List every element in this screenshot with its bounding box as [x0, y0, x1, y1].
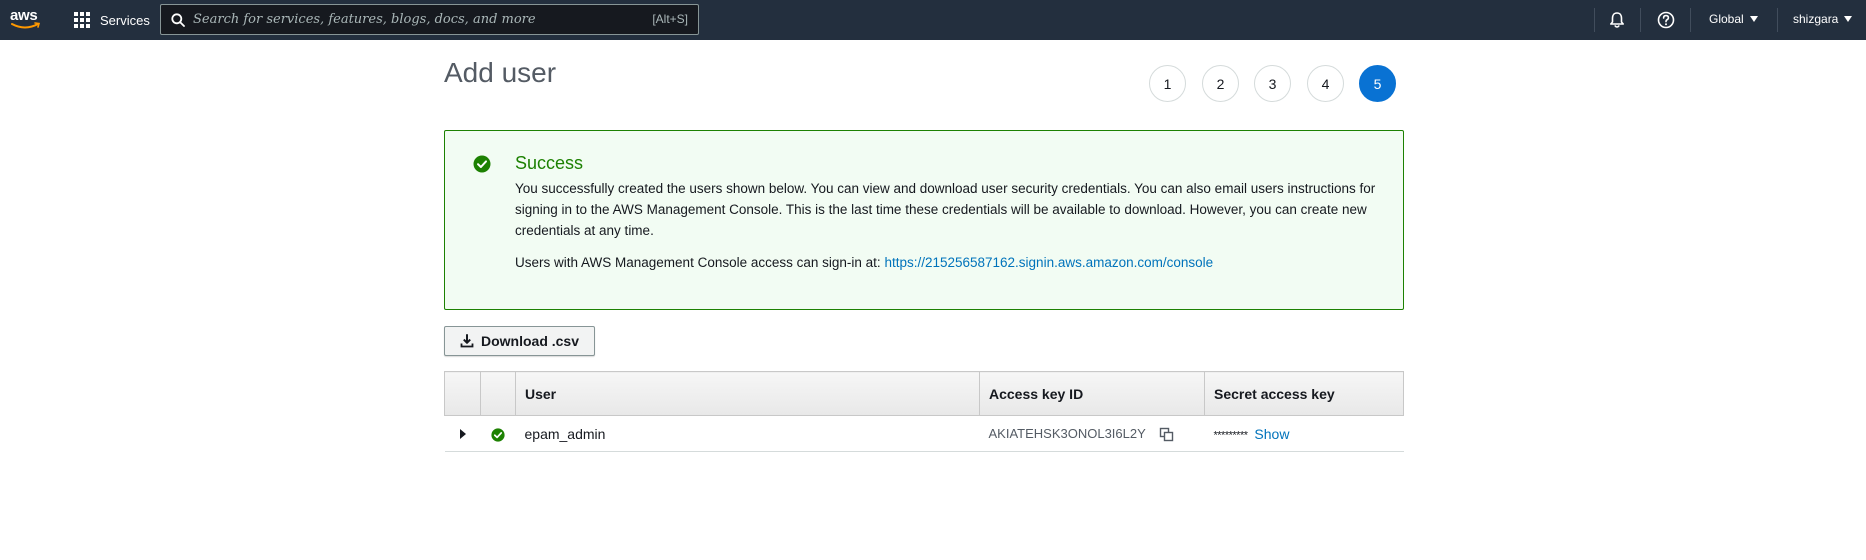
search-input[interactable]: [193, 12, 633, 27]
nav-divider: [1777, 8, 1778, 32]
step-5[interactable]: 5: [1359, 65, 1396, 102]
services-menu-button[interactable]: Services: [74, 10, 150, 30]
region-selector[interactable]: Global: [1709, 12, 1758, 26]
signin-info: Users with AWS Management Console access…: [515, 255, 1213, 270]
download-csv-label: Download .csv: [480, 333, 580, 349]
access-key-column-header[interactable]: Access key ID: [979, 371, 1205, 416]
show-secret-link[interactable]: Show: [1254, 426, 1289, 442]
expand-row-icon[interactable]: [459, 428, 466, 439]
download-csv-button[interactable]: Download .csv: [444, 326, 595, 356]
account-label: shizgara: [1793, 12, 1839, 26]
access-key-id: AKIATEHSK3ONOL3I6L2Y: [988, 426, 1146, 442]
grid-menu-icon: [74, 11, 91, 29]
wizard-steps: 1 2 3 4 5: [0, 65, 1866, 102]
global-search-box[interactable]: [Alt+S]: [160, 4, 699, 35]
caret-down-icon: [1844, 16, 1853, 22]
signin-prefix: Users with AWS Management Console access…: [515, 255, 881, 270]
help-icon[interactable]: [1656, 10, 1676, 30]
success-check-icon: [490, 428, 505, 442]
notifications-bell-icon[interactable]: [1607, 10, 1627, 30]
secret-key-column-header[interactable]: Secret access key: [1204, 371, 1404, 416]
table-row: epam_admin AKIATEHSK3ONOL3I6L2Y ********…: [444, 415, 1404, 452]
user-column-header[interactable]: User: [515, 371, 980, 416]
status-column-header: [480, 371, 516, 416]
account-menu[interactable]: shizgara: [1793, 12, 1853, 26]
user-name-cell: epam_admin: [515, 415, 980, 452]
region-label: Global: [1709, 12, 1744, 26]
expand-cell: [444, 415, 481, 452]
top-navigation-bar: aws Services [Alt+S] Global shizg: [0, 0, 1866, 40]
secret-key-mask: *********: [1213, 428, 1249, 441]
aws-logo[interactable]: aws: [10, 7, 44, 33]
step-4[interactable]: 4: [1307, 65, 1344, 102]
success-check-icon: [473, 155, 491, 173]
search-shortcut-hint: [Alt+S]: [652, 12, 688, 26]
expand-column-header: [444, 371, 481, 416]
aws-smile-icon: [11, 22, 41, 29]
search-icon: [171, 12, 185, 27]
nav-divider: [1690, 8, 1691, 32]
success-title: Success: [515, 153, 584, 173]
copy-icon[interactable]: [1159, 427, 1174, 442]
success-message: You successfully created the users shown…: [515, 181, 1376, 238]
status-cell: [480, 415, 516, 452]
step-1[interactable]: 1: [1149, 65, 1186, 102]
caret-down-icon: [1749, 16, 1758, 22]
table-header-row: User Access key ID Secret access key: [444, 371, 1404, 416]
services-label: Services: [100, 12, 150, 28]
step-2[interactable]: 2: [1202, 65, 1239, 102]
step-3[interactable]: 3: [1254, 65, 1291, 102]
nav-divider: [1640, 8, 1641, 32]
access-key-cell: AKIATEHSK3ONOL3I6L2Y: [979, 415, 1205, 452]
console-signin-link[interactable]: https://215256587162.signin.aws.amazon.c…: [884, 255, 1213, 270]
success-alert: Success You successfully created the use…: [444, 130, 1404, 310]
nav-divider: [1594, 8, 1595, 32]
secret-key-cell: ********* Show: [1204, 415, 1404, 452]
download-icon: [460, 334, 474, 348]
users-credentials-table: User Access key ID Secret access key epa…: [444, 371, 1404, 452]
